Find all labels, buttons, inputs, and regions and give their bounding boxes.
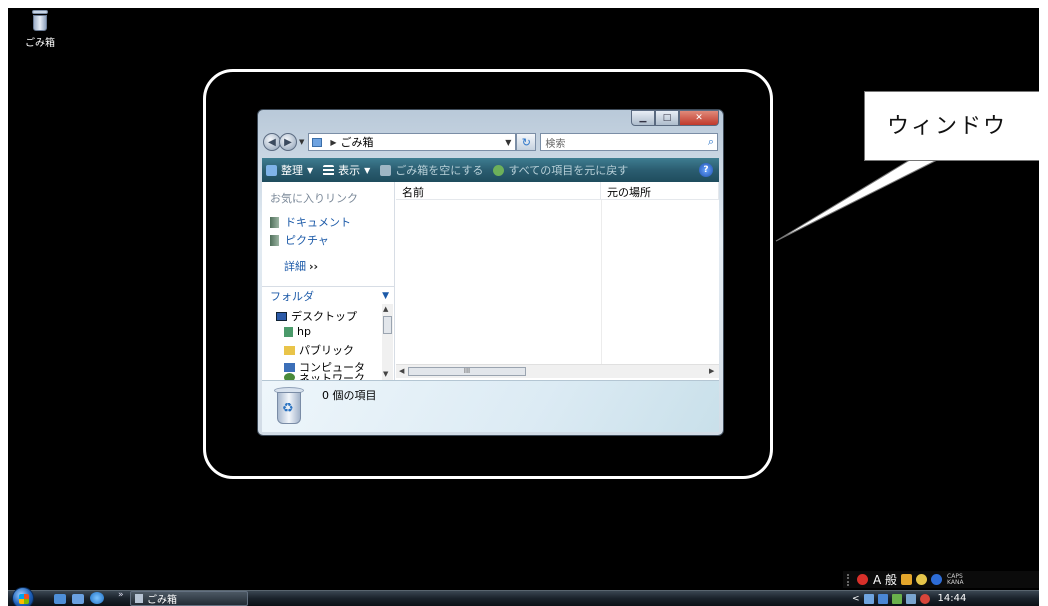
title-bar[interactable]: ▁ □ ✕ bbox=[258, 110, 723, 132]
scroll-left-icon[interactable]: ◀ bbox=[399, 367, 404, 375]
language-bar: A 般 CAPS KANA bbox=[843, 571, 1039, 588]
column-header-original-location[interactable]: 元の場所 bbox=[601, 182, 719, 200]
battery-icon[interactable] bbox=[891, 593, 902, 604]
display-icon[interactable] bbox=[877, 593, 888, 604]
pictures-icon bbox=[270, 234, 279, 246]
taskbar-button-recycle-bin[interactable]: ごみ箱 bbox=[130, 591, 248, 606]
internet-explorer-icon[interactable] bbox=[90, 592, 104, 604]
scroll-thumb[interactable] bbox=[383, 316, 392, 334]
volume-icon[interactable] bbox=[919, 593, 930, 604]
chevron-right-icon[interactable]: ▶ bbox=[330, 138, 336, 147]
file-list-horizontal-scrollbar[interactable]: ◀ III ▶ bbox=[396, 364, 719, 378]
favorites-more-link[interactable]: 詳細 ›› bbox=[284, 258, 318, 274]
view-button[interactable]: 表示 ▼ bbox=[323, 162, 370, 178]
favorite-pictures[interactable]: ピクチャ bbox=[270, 232, 329, 248]
clock[interactable]: 14:44 bbox=[938, 593, 967, 604]
windows-logo-icon bbox=[19, 594, 29, 604]
recycle-bin-large-icon: ♻ bbox=[274, 385, 304, 427]
language-bar-grip[interactable] bbox=[847, 573, 853, 586]
scroll-right-icon[interactable]: ▶ bbox=[709, 367, 714, 375]
show-desktop-icon[interactable] bbox=[54, 594, 66, 604]
start-button[interactable] bbox=[12, 587, 34, 606]
chevron-down-icon[interactable]: ▼ bbox=[382, 291, 389, 301]
explorer-window: ▁ □ ✕ ◀ ▶ ▼ ▶ ごみ箱 ▼ ↻ 検索 ⌕ 整理 ▼ 表示 ▼ ごみ箱… bbox=[257, 109, 724, 436]
forward-button[interactable]: ▶ bbox=[279, 133, 297, 151]
recycle-bin-icon bbox=[31, 10, 49, 32]
command-bar: 整理 ▼ 表示 ▼ ごみ箱を空にする すべての項目を元に戻す ? bbox=[262, 158, 719, 182]
desktop: ごみ箱 ウィンドウ ▁ □ ✕ ◀ ▶ ▼ ▶ ごみ箱 ▼ ↻ 検索 ⌕ 整理 … bbox=[8, 8, 1039, 606]
switch-windows-icon[interactable] bbox=[72, 594, 84, 604]
column-header-name[interactable]: 名前 bbox=[396, 182, 601, 200]
favorites-title: お気に入りリンク bbox=[270, 192, 358, 205]
folders-header[interactable]: フォルダ ▼ bbox=[262, 286, 395, 304]
content-area: お気に入りリンク ドキュメント ピクチャ 詳細 ›› フォルダ ▼ デスクトップ… bbox=[262, 182, 719, 385]
search-icon[interactable]: ⌕ bbox=[708, 135, 714, 149]
search-input[interactable]: 検索 ⌕ bbox=[540, 133, 718, 151]
search-placeholder: 検索 bbox=[545, 138, 566, 150]
navigation-pane: お気に入りリンク ドキュメント ピクチャ 詳細 ›› フォルダ ▼ デスクトップ… bbox=[262, 182, 395, 385]
organize-icon bbox=[266, 164, 277, 176]
callout-box: ウィンドウ bbox=[864, 91, 1039, 161]
folder-tree-scrollbar[interactable]: ▲ ▼ bbox=[382, 304, 393, 380]
desktop-icon bbox=[276, 311, 287, 321]
close-button[interactable]: ✕ bbox=[679, 110, 719, 126]
details-pane: ♻ 0 個の項目 bbox=[262, 380, 719, 432]
help-icon[interactable]: ? bbox=[699, 163, 713, 177]
recycle-bin-desktop-icon[interactable]: ごみ箱 bbox=[20, 8, 60, 49]
column-divider bbox=[601, 200, 602, 364]
network-status-icon[interactable] bbox=[863, 593, 874, 604]
user-folder-icon bbox=[284, 326, 293, 337]
file-list: 名前 元の場所 ◀ III ▶ bbox=[396, 182, 719, 380]
recycle-bin-icon bbox=[380, 164, 392, 176]
recycle-bin-icon bbox=[135, 594, 143, 603]
network-icon[interactable] bbox=[905, 593, 916, 604]
caps-kana-status: CAPS KANA bbox=[947, 572, 964, 586]
organize-button[interactable]: 整理 ▼ bbox=[266, 162, 313, 178]
tray-expand-icon[interactable]: < bbox=[852, 594, 860, 604]
folder-icon bbox=[312, 137, 323, 147]
restore-all-button[interactable]: すべての項目を元に戻す bbox=[493, 162, 628, 178]
tree-item-desktop[interactable]: デスクトップ bbox=[276, 308, 357, 324]
tree-item-user[interactable]: hp bbox=[284, 325, 311, 338]
empty-recycle-bin-button[interactable]: ごみ箱を空にする bbox=[380, 162, 483, 178]
address-bar[interactable]: ▶ ごみ箱 ▼ bbox=[308, 133, 517, 151]
history-dropdown-icon[interactable]: ▼ bbox=[299, 138, 304, 146]
navigation-bar: ◀ ▶ ▼ ▶ ごみ箱 ▼ ↻ 検索 ⌕ bbox=[263, 131, 718, 153]
callout-text: ウィンドウ bbox=[887, 114, 1008, 139]
favorite-documents[interactable]: ドキュメント bbox=[270, 214, 351, 230]
horizontal-scroll-thumb[interactable]: III bbox=[408, 367, 526, 376]
ime-pad-icon[interactable] bbox=[916, 574, 928, 585]
breadcrumb-recycle-bin[interactable]: ごみ箱 bbox=[341, 134, 374, 150]
desktop-icon-label: ごみ箱 bbox=[25, 38, 55, 49]
quicklaunch-more-icon[interactable]: » bbox=[118, 590, 124, 600]
ime-icon[interactable] bbox=[857, 574, 868, 585]
refresh-button[interactable]: ↻ bbox=[516, 133, 537, 151]
item-count: 0 個の項目 bbox=[322, 389, 377, 402]
help-icon[interactable] bbox=[931, 574, 943, 585]
minimize-button[interactable]: ▁ bbox=[631, 110, 655, 126]
tree-item-public[interactable]: パブリック bbox=[284, 342, 354, 358]
public-folder-icon bbox=[284, 345, 295, 355]
ime-mode[interactable]: A 般 bbox=[873, 571, 897, 588]
scroll-down-icon[interactable]: ▼ bbox=[383, 370, 388, 378]
computer-icon bbox=[284, 362, 295, 372]
documents-icon bbox=[270, 216, 279, 228]
double-chevron-icon: ›› bbox=[309, 260, 319, 273]
view-icon bbox=[323, 164, 335, 176]
system-tray: < 14:44 bbox=[846, 591, 1039, 606]
scroll-up-icon[interactable]: ▲ bbox=[383, 305, 388, 313]
restore-icon bbox=[493, 164, 505, 176]
address-dropdown-icon[interactable]: ▼ bbox=[505, 138, 511, 147]
maximize-button[interactable]: □ bbox=[655, 110, 679, 126]
ime-tool-icon[interactable] bbox=[901, 574, 913, 585]
